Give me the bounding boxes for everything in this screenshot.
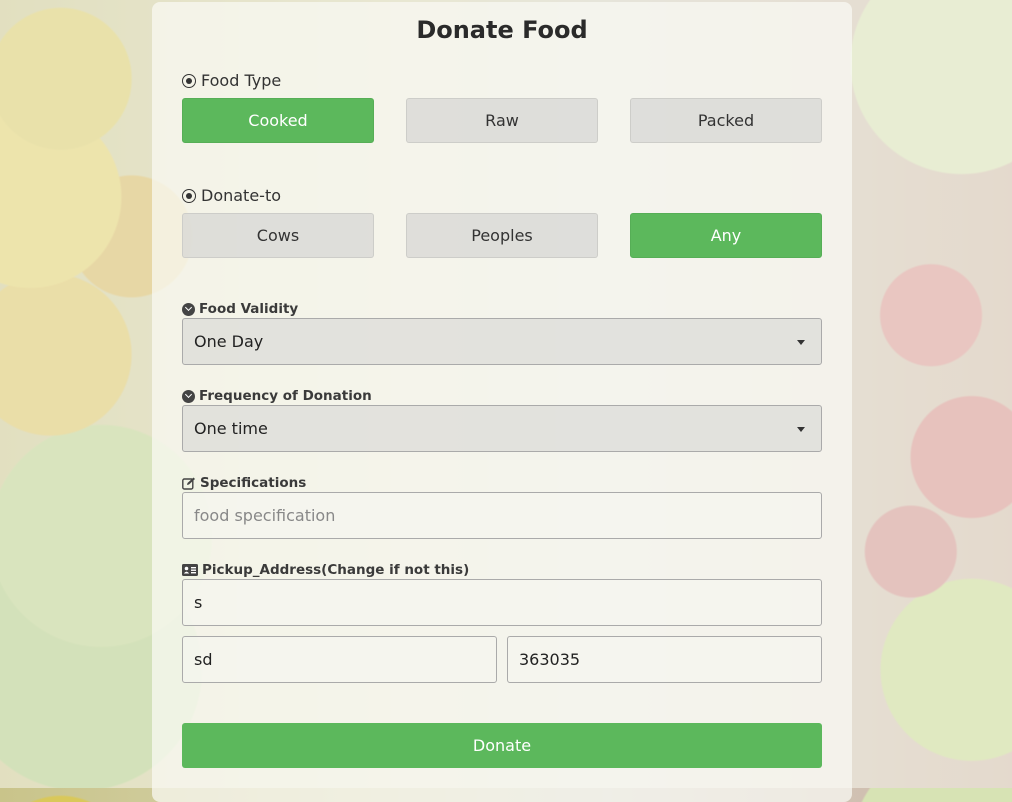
- specifications-label: Specifications: [182, 475, 306, 491]
- pickup-address-label: Pickup_Address(Change if not this): [182, 562, 469, 578]
- donate-form-card: Donate Food Food Type Cooked Raw Packed …: [152, 2, 852, 802]
- food-type-label-text: Food Type: [201, 71, 282, 90]
- radio-selected-icon: [182, 188, 196, 203]
- donate-to-cows-button[interactable]: Cows: [182, 213, 374, 258]
- edit-icon: [182, 477, 196, 490]
- food-validity-select[interactable]: One Day: [182, 318, 822, 365]
- food-validity-label: Food Validity: [182, 301, 298, 317]
- frequency-select[interactable]: One time: [182, 405, 822, 452]
- address-line-input[interactable]: s: [182, 579, 822, 626]
- radio-selected-icon: [182, 73, 196, 88]
- pickup-address-label-text: Pickup_Address(Change if not this): [202, 562, 470, 578]
- food-type-raw-button[interactable]: Raw: [406, 98, 598, 143]
- food-type-packed-button[interactable]: Packed: [630, 98, 822, 143]
- pincode-input[interactable]: 363035: [507, 636, 822, 683]
- donate-to-peoples-button[interactable]: Peoples: [406, 213, 598, 258]
- id-card-icon: [182, 564, 198, 576]
- frequency-label: Frequency of Donation: [182, 388, 372, 404]
- donate-to-label: Donate-to: [182, 186, 281, 205]
- frequency-label-text: Frequency of Donation: [199, 388, 372, 404]
- caret-down-icon: [797, 340, 805, 345]
- specifications-label-text: Specifications: [200, 475, 307, 491]
- specifications-input[interactable]: food specification: [182, 492, 822, 539]
- frequency-value: One time: [194, 419, 268, 438]
- food-validity-label-text: Food Validity: [199, 301, 299, 317]
- city-input[interactable]: sd: [182, 636, 497, 683]
- donate-button[interactable]: Donate: [182, 723, 822, 768]
- chevron-circle-down-icon: [182, 389, 195, 403]
- caret-down-icon: [797, 427, 805, 432]
- page-title: Donate Food: [416, 16, 588, 44]
- donate-to-label-text: Donate-to: [201, 186, 282, 205]
- chevron-circle-down-icon: [182, 302, 195, 316]
- food-type-label: Food Type: [182, 71, 281, 90]
- food-type-cooked-button[interactable]: Cooked: [182, 98, 374, 143]
- food-validity-value: One Day: [194, 332, 264, 351]
- donate-to-any-button[interactable]: Any: [630, 213, 822, 258]
